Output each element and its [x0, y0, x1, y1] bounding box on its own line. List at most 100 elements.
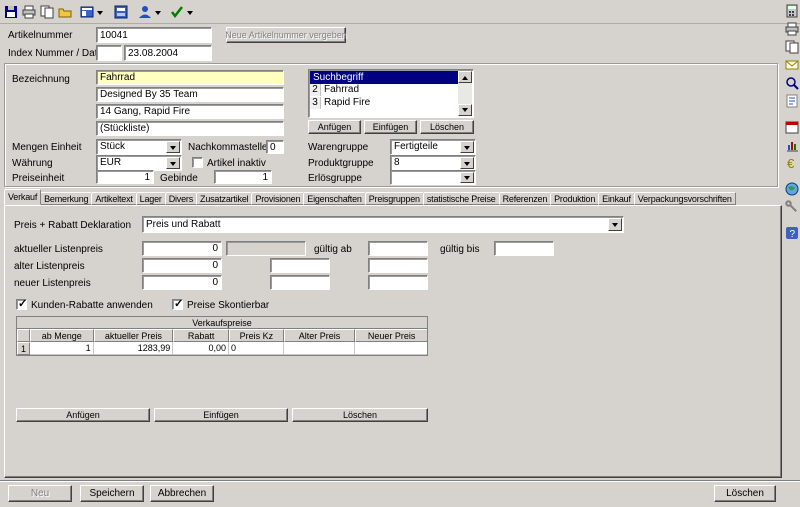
copy-icon[interactable] [40, 3, 54, 20]
waehrung-select[interactable]: EUR [96, 155, 182, 171]
tab-referenzen[interactable]: Referenzen [499, 192, 552, 205]
tab-verkauf[interactable]: Verkauf [4, 189, 41, 205]
tab-statistische-preise[interactable]: statistische Preise [423, 192, 500, 205]
gueltig-ab-input[interactable] [368, 241, 428, 256]
chevron-down-icon[interactable] [460, 157, 474, 169]
folder-icon[interactable] [58, 3, 72, 20]
verkauf-einfuegen-button[interactable]: Einfügen [154, 408, 288, 422]
search-icon[interactable] [785, 76, 799, 90]
gebinde-input[interactable] [214, 170, 272, 184]
column-header-ab-menge[interactable]: ab Menge [30, 329, 94, 342]
preis-rabatt-deklaration-select[interactable]: Preis und Rabatt [142, 216, 624, 233]
chart-icon[interactable] [785, 138, 799, 152]
index-nummer-input[interactable] [96, 45, 122, 61]
list-item[interactable]: 2 Fahrrad [310, 84, 458, 96]
scroll-down-icon[interactable] [458, 104, 472, 116]
cell-neuer-preis[interactable] [355, 342, 427, 355]
template-dropdown-icon[interactable] [80, 3, 103, 20]
bezeichnung-input-4[interactable] [96, 121, 284, 136]
verkauf-anfuegen-button[interactable]: Anfügen [16, 408, 150, 422]
tab-produktion[interactable]: Produktion [550, 192, 599, 205]
verkauf-loeschen-button[interactable]: Löschen [292, 408, 428, 422]
speichern-button[interactable]: Speichern [80, 485, 144, 502]
kunden-rabatte-checkbox[interactable] [16, 299, 27, 310]
mail-icon[interactable] [785, 58, 799, 72]
chevron-down-icon[interactable] [166, 157, 180, 169]
tab-eigenschaften[interactable]: Eigenschaften [303, 192, 365, 205]
mengen-einheit-select[interactable]: Stück [96, 139, 182, 155]
alter-gueltig-bis-input[interactable] [368, 258, 428, 273]
suchbegriff-einfuegen-button[interactable]: Einfügen [364, 120, 417, 134]
gueltig-bis-input[interactable] [494, 241, 554, 256]
chevron-down-icon[interactable] [460, 172, 474, 183]
user-dropdown-icon[interactable] [138, 3, 161, 20]
tab-lager[interactable]: Lager [136, 192, 166, 205]
neuer-gueltig-ab-input[interactable] [270, 275, 330, 290]
cell-alter-preis[interactable] [284, 342, 356, 355]
produktgruppe-select[interactable]: 8 [390, 155, 476, 171]
cell-ab-menge[interactable]: 1 [30, 342, 94, 355]
tab-einkauf[interactable]: Einkauf [598, 192, 635, 205]
wrench-icon[interactable] [785, 200, 799, 214]
list-scrollbar[interactable] [458, 71, 472, 116]
copy-icon[interactable] [785, 40, 799, 54]
bezeichnung-input-3[interactable] [96, 104, 284, 119]
neu-button[interactable]: Neu [8, 485, 72, 502]
tab-verpackungsvorschriften[interactable]: Verpackungsvorschriften [634, 192, 736, 205]
list-item[interactable]: 3 Rapid Fire [310, 97, 458, 109]
aktueller-listenpreis-input[interactable] [142, 241, 222, 256]
preiseinheit-input[interactable] [96, 170, 154, 184]
nachkommastellen-input[interactable] [266, 140, 284, 154]
tab-zusatzartikel[interactable]: Zusatzartikel [196, 192, 252, 205]
tab-artikeltext[interactable]: Artikeltext [91, 192, 136, 205]
chevron-down-icon[interactable] [608, 218, 622, 231]
datum-input[interactable] [124, 45, 212, 61]
cell-rabatt[interactable]: 0,00 [173, 342, 229, 355]
preise-skontierbar-checkbox[interactable] [172, 299, 183, 310]
artikelnummer-input[interactable] [96, 27, 212, 43]
suchbegriff-selected-row[interactable]: Suchbegriff [310, 71, 458, 84]
column-header-rabatt[interactable]: Rabatt [173, 329, 229, 342]
scroll-up-icon[interactable] [458, 71, 472, 83]
printer-icon[interactable] [785, 22, 799, 36]
check-dropdown-icon[interactable] [170, 3, 193, 20]
window-icon[interactable] [114, 3, 128, 20]
cell-preis-kz[interactable]: 0 [229, 342, 284, 355]
column-header-aktueller-preis[interactable]: aktueller Preis [94, 329, 174, 342]
warengruppe-select[interactable]: Fertigteile [390, 139, 476, 155]
artikel-inaktiv-checkbox[interactable] [192, 157, 203, 168]
help-icon[interactable]: ? [785, 226, 799, 240]
suchbegriff-anfuegen-button[interactable]: Anfügen [308, 120, 361, 134]
alter-listenpreis-input[interactable] [142, 258, 222, 273]
abbrechen-button[interactable]: Abbrechen [150, 485, 214, 502]
tab-bemerkung[interactable]: Bemerkung [40, 192, 92, 205]
neuer-listenpreis-input[interactable] [142, 275, 222, 290]
neuer-gueltig-bis-input[interactable] [368, 275, 428, 290]
tab-divers[interactable]: Divers [165, 192, 197, 205]
table-row[interactable]: 1 1 1283,99 0,00 0 [17, 342, 427, 355]
tab-preisgruppen[interactable]: Preisgruppen [365, 192, 424, 205]
loeschen-button[interactable]: Löschen [714, 485, 776, 502]
calendar-icon[interactable] [785, 120, 799, 134]
save-icon[interactable] [4, 3, 18, 20]
bezeichnung-input-1[interactable] [96, 70, 284, 85]
column-header-preis-kz[interactable]: Preis Kz [229, 329, 284, 342]
euro-icon[interactable]: € [785, 156, 799, 170]
alter-gueltig-ab-input[interactable] [270, 258, 330, 273]
verkaufspreise-table[interactable]: Verkaufspreise ab Menge aktueller Preis … [16, 316, 428, 356]
column-header-neuer-preis[interactable]: Neuer Preis [355, 329, 427, 342]
cell-aktueller-preis[interactable]: 1283,99 [94, 342, 174, 355]
bezeichnung-input-2[interactable] [96, 87, 284, 102]
erloesgruppe-select[interactable] [390, 170, 476, 185]
calculator-icon[interactable] [785, 4, 799, 18]
column-header-alter-preis[interactable]: Alter Preis [284, 329, 356, 342]
globe-icon[interactable] [785, 182, 799, 196]
note-icon[interactable] [785, 94, 799, 108]
print-icon[interactable] [22, 3, 36, 20]
suchbegriff-list[interactable]: Suchbegriff 2 Fahrrad 3 Rapid Fire [308, 69, 474, 118]
suchbegriff-loeschen-button[interactable]: Löschen [420, 120, 474, 134]
chevron-down-icon[interactable] [166, 141, 180, 153]
neue-artikelnummer-button[interactable]: Neue Artikelnummer vergeben [226, 27, 346, 43]
tab-provisionen[interactable]: Provisionen [251, 192, 304, 205]
chevron-down-icon[interactable] [460, 141, 474, 153]
